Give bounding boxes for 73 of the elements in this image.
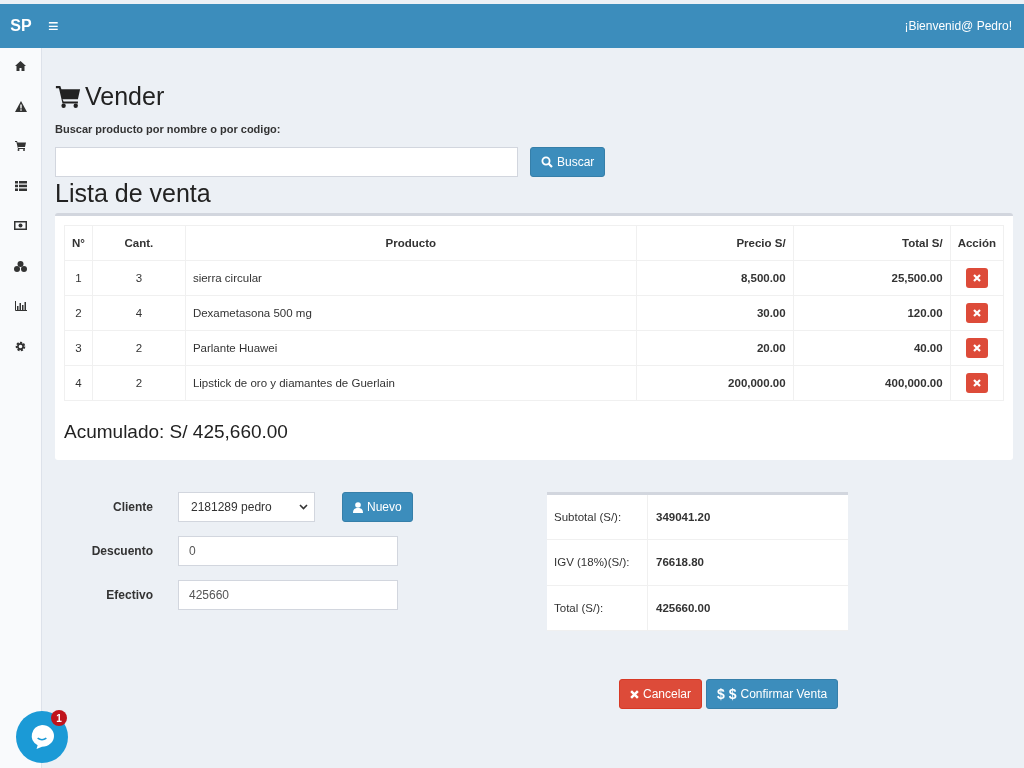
search-button[interactable]: Buscar <box>530 147 606 177</box>
column-header: Producto <box>185 225 637 261</box>
summary-label: IGV (18%)(S/): <box>547 540 648 585</box>
chevron-down-icon <box>299 504 308 510</box>
money-icon[interactable] <box>14 221 27 230</box>
field-label: Descuento <box>90 544 153 558</box>
table-cell: 8,500.00 <box>636 260 794 296</box>
delete-button[interactable] <box>965 338 988 358</box>
warning-icon[interactable] <box>14 101 27 112</box>
table-cell: 40.00 <box>793 330 951 366</box>
column-header: Cant. <box>92 225 186 261</box>
cash-field[interactable]: 425660 <box>178 580 398 610</box>
cancel-button[interactable]: Cancelar <box>619 679 703 709</box>
table-cell: 2 <box>92 330 186 366</box>
menu-button[interactable]: ≡ <box>42 15 65 37</box>
table-cell: 3 <box>64 330 93 366</box>
search-icon <box>541 156 553 168</box>
table-cell: 3 <box>92 260 186 296</box>
summary-value: 349041.20 <box>655 511 711 524</box>
column-header: Total S/ <box>793 225 951 261</box>
table-cell: Lipstick de oro y diamantes de Guerlain <box>185 365 637 401</box>
table-cell: Parlante Huawei <box>185 330 637 366</box>
column-header: Precio S/ <box>636 225 794 261</box>
summary-value: 425660.00 <box>655 601 711 614</box>
table-cell: Dexametasona 500 mg <box>185 295 637 331</box>
table-cell: 200,000.00 <box>636 365 794 401</box>
table-cell: 4 <box>92 295 186 331</box>
summary-value: 76618.80 <box>655 556 704 569</box>
search-label: Buscar producto por nombre o por codigo: <box>55 123 282 135</box>
confirm-sale-button[interactable]: $ $ Confirmar Venta <box>706 679 839 709</box>
field-label: Efectivo <box>105 588 153 602</box>
table-cell: 25,500.00 <box>793 260 951 296</box>
close-icon <box>972 309 981 317</box>
new-client-button[interactable]: Nuevo <box>342 492 413 522</box>
greeting-text: ¡Bienvenid@ Pedro! <box>904 19 1012 33</box>
user-icon <box>353 501 363 513</box>
delete-button[interactable] <box>965 268 988 288</box>
page-title: Vender <box>85 82 165 111</box>
close-icon <box>972 274 981 282</box>
table-cell: 2 <box>64 295 93 331</box>
column-header: Acción <box>950 225 1004 261</box>
table-cell: sierra circular <box>185 260 637 296</box>
table-cell: 400,000.00 <box>793 365 951 401</box>
delete-button[interactable] <box>965 373 988 393</box>
accumulated-total: Acumulado: S/ 425,660.00 <box>64 421 289 443</box>
cart-icon[interactable] <box>15 141 26 151</box>
app-logo[interactable]: SP <box>0 17 42 35</box>
section-title: Lista de venta <box>55 178 212 209</box>
summary-label: Total (S/): <box>547 585 648 630</box>
close-icon <box>972 379 981 387</box>
list-icon[interactable] <box>14 181 27 191</box>
discount-field[interactable]: 0 <box>178 536 398 566</box>
close-icon <box>972 344 981 352</box>
table-cell: 1 <box>64 260 93 296</box>
summary-label: Subtotal (S/): <box>547 495 648 540</box>
table-cell: 120.00 <box>793 295 951 331</box>
notification-badge: 1 <box>51 710 67 726</box>
client-select[interactable]: 2181289 pedro <box>178 492 315 522</box>
field-label: Cliente <box>112 500 153 514</box>
close-icon <box>630 689 639 699</box>
cart-icon <box>55 85 81 108</box>
table-cell: 20.00 <box>636 330 794 366</box>
delete-button[interactable] <box>965 303 988 323</box>
table-cell: 2 <box>92 365 186 401</box>
cubes-icon[interactable] <box>14 261 27 272</box>
settings-icon[interactable] <box>15 341 26 352</box>
home-icon[interactable] <box>15 61 26 71</box>
chat-bubble-icon <box>30 725 54 749</box>
table-cell: 4 <box>64 365 93 401</box>
column-header: N° <box>64 225 93 261</box>
search-field[interactable] <box>55 147 518 177</box>
table-cell: 30.00 <box>636 295 794 331</box>
bar-chart-icon[interactable] <box>14 301 27 311</box>
